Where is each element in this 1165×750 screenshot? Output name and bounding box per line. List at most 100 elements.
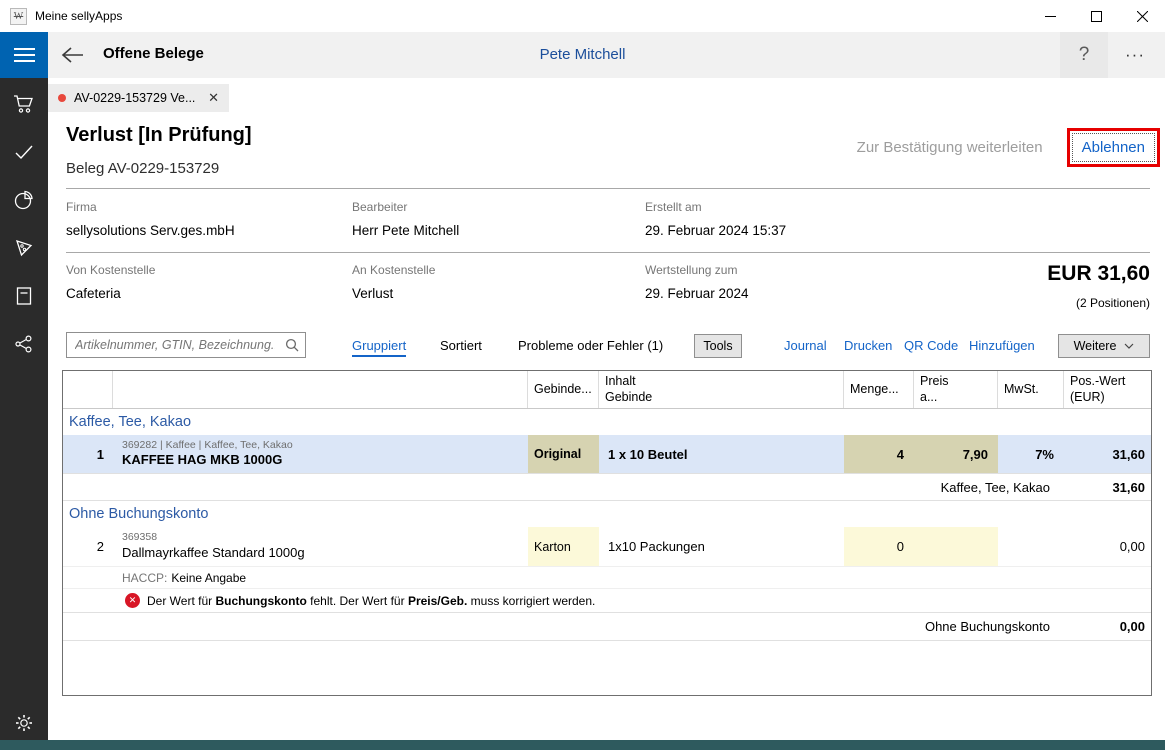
- cell-gebinde[interactable]: Original: [528, 435, 599, 473]
- field-von-kostenstelle: Von Kostenstelle Cafeteria: [66, 263, 155, 301]
- app-header: Offene Belege Pete Mitchell ? ···: [0, 32, 1165, 78]
- minimize-icon: [1045, 11, 1056, 22]
- error-icon: ✕: [125, 593, 140, 608]
- field-erstellt-am: Erstellt am 29. Februar 2024 15:37: [645, 200, 786, 238]
- field-wertstellung: Wertstellung zum 29. Februar 2024: [645, 263, 749, 301]
- row-position: 1: [63, 435, 113, 473]
- sidebar-item-food[interactable]: [12, 238, 36, 258]
- haccp-info-row: HACCP: Keine Angabe: [63, 567, 1151, 589]
- field-an-kostenstelle: An Kostenstelle Verlust: [352, 263, 435, 301]
- drucken-link[interactable]: Drucken: [844, 338, 892, 353]
- pie-chart-icon: [14, 190, 34, 210]
- row-article: 369282 | Kaffee | Kaffee, Tee, Kakao KAF…: [113, 435, 528, 473]
- annotation-highlight-box: Ablehnen: [1067, 128, 1160, 167]
- main-content: AV-0229-153729 Ve... ✕ Verlust [In Prüfu…: [48, 78, 1165, 750]
- column-header-mwst[interactable]: MwSt.: [998, 371, 1064, 408]
- row-article: 369358 Dallmayrkaffee Standard 1000g: [113, 527, 528, 566]
- cell-gebinde[interactable]: Karton: [528, 527, 599, 566]
- bottom-strip: [0, 740, 1165, 750]
- close-button[interactable]: [1119, 0, 1165, 32]
- article-meta: 369358: [122, 531, 157, 545]
- sidebar-item-journal[interactable]: [12, 286, 36, 306]
- cell-menge[interactable]: 4: [844, 435, 914, 473]
- sidebar-item-tasks[interactable]: [12, 142, 36, 162]
- cell-inhalt: 1 x 10 Beutel: [599, 435, 844, 473]
- journal-link[interactable]: Journal: [784, 338, 827, 353]
- search-box: [66, 332, 306, 358]
- window-controls: [1027, 0, 1165, 32]
- cell-wert: 0,00: [1064, 527, 1153, 566]
- search-input[interactable]: [67, 338, 279, 352]
- tab-close-button[interactable]: ✕: [206, 90, 221, 106]
- more-options-button[interactable]: ···: [1113, 32, 1157, 78]
- hinzufuegen-link[interactable]: Hinzufügen: [969, 338, 1035, 353]
- table-row[interactable]: 2 369358 Dallmayrkaffee Standard 1000g K…: [63, 527, 1151, 567]
- sidebar: [0, 78, 48, 750]
- article-name: KAFFEE HAG MKB 1000G: [122, 452, 282, 469]
- divider: [66, 252, 1150, 253]
- group-header-ohne-buchungskonto: Ohne Buchungskonto: [63, 501, 1151, 527]
- title-bar: W Meine sellyApps: [0, 0, 1165, 32]
- weitere-label: Weitere: [1074, 339, 1117, 353]
- pizza-slice-icon: [14, 238, 34, 258]
- cell-mwst: 7%: [998, 435, 1064, 473]
- chevron-down-icon: [1124, 343, 1134, 349]
- reject-button[interactable]: Ablehnen: [1072, 133, 1155, 162]
- filter-sortiert[interactable]: Sortiert: [440, 338, 482, 353]
- help-button[interactable]: ?: [1060, 32, 1108, 78]
- column-header-wert[interactable]: Pos.-Wert (EUR): [1064, 371, 1153, 408]
- tools-button[interactable]: Tools: [694, 334, 742, 358]
- cell-preis[interactable]: [914, 527, 998, 566]
- divider: [66, 188, 1150, 189]
- settings-button[interactable]: [12, 712, 36, 734]
- column-header-gebinde[interactable]: Gebinde...: [528, 371, 599, 408]
- close-icon: [1137, 11, 1148, 22]
- group-subtotal-ohne-buchungskonto: Ohne Buchungskonto 0,00: [63, 613, 1151, 641]
- unsaved-indicator-dot: [58, 94, 66, 102]
- column-header-menge[interactable]: Menge...: [844, 371, 914, 408]
- column-header-pos: [63, 371, 113, 408]
- filter-probleme-fehler[interactable]: Probleme oder Fehler (1): [518, 338, 663, 353]
- document-reference: Beleg AV-0229-153729: [66, 160, 219, 177]
- cart-icon: [13, 94, 35, 114]
- cell-mwst: [998, 527, 1064, 566]
- cell-wert: 31,60: [1064, 435, 1153, 473]
- window-title: Meine sellyApps: [35, 9, 122, 23]
- field-firma: Firma sellysolutions Serv.ges.mbH: [66, 200, 235, 238]
- user-name[interactable]: Pete Mitchell: [0, 46, 1165, 63]
- sidebar-item-share[interactable]: [12, 334, 36, 354]
- document-total: EUR 31,60: [1047, 262, 1150, 286]
- positions-toolbar: Gruppiert Sortiert Probleme oder Fehler …: [48, 330, 1165, 360]
- cell-menge[interactable]: 0: [844, 527, 914, 566]
- weitere-dropdown[interactable]: Weitere: [1058, 334, 1150, 358]
- field-bearbeiter: Bearbeiter Herr Pete Mitchell: [352, 200, 459, 238]
- book-icon: [15, 286, 33, 306]
- maximize-icon: [1091, 11, 1102, 22]
- sidebar-item-reports[interactable]: [12, 190, 36, 210]
- article-name: Dallmayrkaffee Standard 1000g: [122, 545, 305, 562]
- minimize-button[interactable]: [1027, 0, 1073, 32]
- forward-for-confirmation-button[interactable]: Zur Bestätigung weiterleiten: [857, 139, 1043, 156]
- gear-icon: [13, 712, 35, 734]
- search-icon: [285, 338, 299, 352]
- column-header-inhalt[interactable]: Inhalt Gebinde: [599, 371, 844, 408]
- positions-table: Gebinde... Inhalt Gebinde Menge... Preis…: [62, 370, 1152, 696]
- column-header-artikel: [113, 371, 528, 408]
- column-header-preis[interactable]: Preis a...: [914, 371, 998, 408]
- table-row[interactable]: 1 369282 | Kaffee | Kaffee, Tee, Kakao K…: [63, 435, 1151, 473]
- group-subtotal-kaffee: Kaffee, Tee, Kakao 31,60: [63, 473, 1151, 501]
- document-actions: Zur Bestätigung weiterleiten Ablehnen: [857, 128, 1160, 167]
- document-tab[interactable]: AV-0229-153729 Ve... ✕: [48, 84, 229, 112]
- validation-error-row: ✕ Der Wert für Buchungskonto fehlt. Der …: [63, 589, 1151, 613]
- tab-label: AV-0229-153729 Ve...: [74, 91, 202, 105]
- filter-gruppiert[interactable]: Gruppiert: [352, 338, 406, 357]
- checkmark-icon: [14, 144, 34, 160]
- search-button[interactable]: [279, 333, 305, 357]
- row-position: 2: [63, 527, 113, 566]
- cell-preis[interactable]: 7,90: [914, 435, 998, 473]
- group-header-kaffee: Kaffee, Tee, Kakao: [63, 409, 1151, 435]
- sidebar-item-cart[interactable]: [12, 94, 36, 114]
- positions-count: (2 Positionen): [1076, 296, 1150, 310]
- maximize-button[interactable]: [1073, 0, 1119, 32]
- qr-code-link[interactable]: QR Code: [904, 338, 958, 353]
